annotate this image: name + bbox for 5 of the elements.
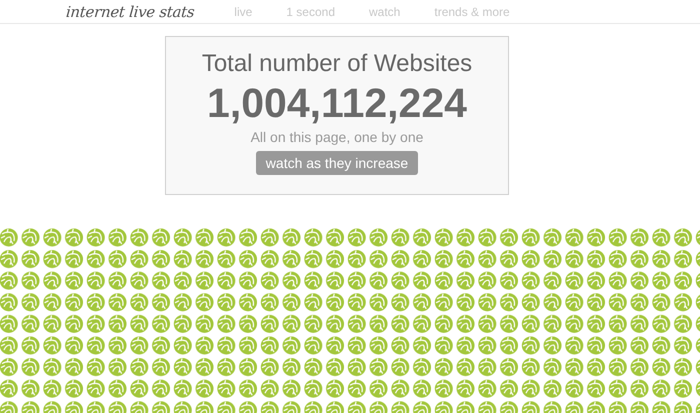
watch-button[interactable]: watch as they increase — [256, 151, 418, 175]
card-title: Total number of Websites — [202, 49, 472, 79]
website-count: 1,004,112,224 — [207, 80, 467, 126]
site-logo[interactable]: internet live stats — [65, 2, 196, 20]
card-subtitle: All on this page, one by one — [250, 128, 424, 146]
